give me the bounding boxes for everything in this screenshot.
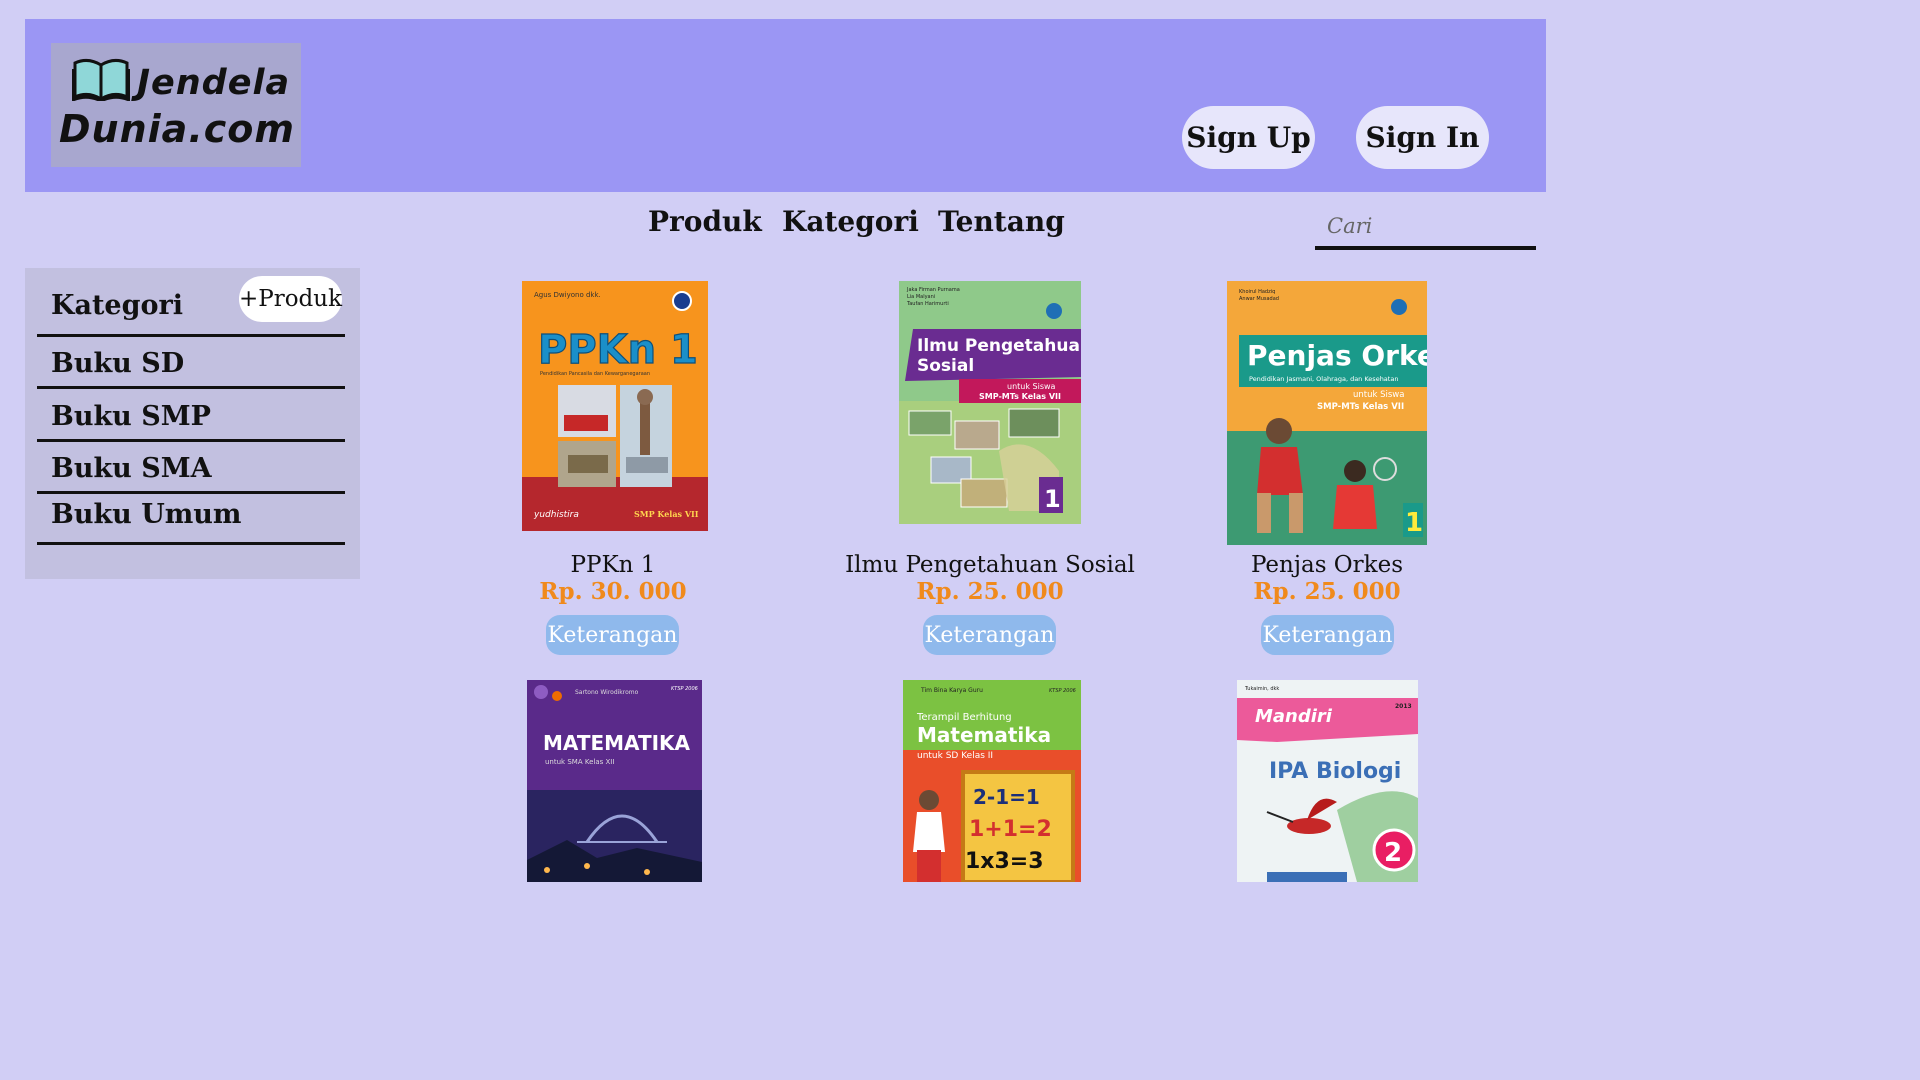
- divider: [37, 334, 345, 337]
- nav-item-kategori[interactable]: Kategori: [782, 205, 919, 238]
- divider: [37, 542, 345, 545]
- add-product-button[interactable]: +Produk: [239, 276, 342, 322]
- cover-volume: 1: [1044, 485, 1061, 513]
- cover-subtitle: untuk SMA Kelas XII: [545, 758, 614, 766]
- cover-brand: Mandiri: [1255, 706, 1333, 727]
- sidebar-item-buku-smp[interactable]: Buku SMP: [51, 401, 211, 432]
- logo-text-line1: Jendela: [137, 63, 291, 103]
- cover-title: IPA Biologi: [1269, 759, 1401, 784]
- cover-author: Jaka Firman Purnama: [906, 287, 960, 293]
- cover-title: Ilmu Pengetahuan: [917, 336, 1081, 356]
- cover-publisher: yudhistira: [533, 510, 579, 520]
- cover-title: PPKn 1: [538, 327, 698, 373]
- cover-subtitle: Pendidikan Pancasila dan Kewarganegaraan: [540, 371, 650, 377]
- detail-button[interactable]: Keterangan: [546, 615, 679, 655]
- logo-text-line2: Dunia.com: [59, 107, 295, 151]
- divider: [37, 491, 345, 494]
- nav-item-produk[interactable]: Produk: [648, 205, 762, 238]
- cover-title: Matematika: [917, 723, 1051, 747]
- cover-badge: 2013: [1395, 703, 1412, 710]
- sign-up-button[interactable]: Sign Up: [1182, 106, 1315, 169]
- product-price: Rp. 30. 000: [539, 578, 687, 605]
- category-sidebar: Kategori +Produk Buku SD Buku SMP Buku S…: [25, 268, 360, 579]
- emblem-icon: [1391, 299, 1407, 315]
- cover-title: Terampil Berhitung: [916, 712, 1012, 723]
- cover-equation: 1x3=3: [965, 849, 1044, 874]
- cover-author: Khoirul Hadziq: [1239, 289, 1275, 295]
- cover-subtitle: SMP-MTs Kelas VII: [1317, 402, 1404, 412]
- cover-volume: 1: [1405, 508, 1423, 538]
- detail-button[interactable]: Keterangan: [923, 615, 1056, 655]
- book-cover-ipa-biologi[interactable]: Tukaimin, dkk 2013 Mandiri IPA Biologi 2: [1237, 680, 1418, 882]
- product-title: Penjas Orkes: [1250, 552, 1404, 578]
- cover-title: Penjas Orkes: [1247, 339, 1427, 372]
- sidebar-item-buku-umum[interactable]: Buku Umum: [51, 499, 242, 530]
- emblem-icon: [1046, 303, 1062, 319]
- book-cover-ppkn[interactable]: Agus Dwiyono dkk. PPKn 1 Pendidikan Panc…: [522, 281, 708, 531]
- cover-subtitle: untuk Siswa: [1353, 390, 1404, 400]
- cover-author: Tim Bina Karya Guru: [920, 687, 983, 694]
- product-title: Ilmu Pengetahuan Sosial: [845, 552, 1135, 578]
- cover-author: Anwar Musadad: [1239, 296, 1279, 302]
- cover-equation: 1+1=2: [969, 817, 1052, 842]
- cover-badge: KTSP 2006: [671, 686, 698, 692]
- sign-in-button[interactable]: Sign In: [1356, 106, 1489, 169]
- cover-subtitle: untuk SD Kelas II: [917, 751, 993, 761]
- book-cover-ips[interactable]: Jaka Firman Purnama Lia Malyani Taufan H…: [899, 281, 1081, 524]
- book-cover-matematika-sma[interactable]: Sartono Wirodikromo KTSP 2006 MATEMATIKA…: [527, 680, 702, 882]
- cover-volume: 2: [1384, 838, 1402, 868]
- cover-grade: SMP Kelas VII: [634, 509, 699, 519]
- book-cover-matematika-sd[interactable]: Tim Bina Karya Guru KTSP 2006 Terampil B…: [903, 680, 1081, 882]
- cover-author: Taufan Harimurti: [906, 301, 949, 307]
- cover-subtitle: untuk Siswa: [1007, 382, 1056, 391]
- nav-item-tentang[interactable]: Tentang: [938, 205, 1065, 238]
- divider: [37, 439, 345, 442]
- open-book-icon: [72, 58, 130, 101]
- cover-title: Sosial: [917, 356, 974, 376]
- cover-author: Lia Malyani: [907, 294, 935, 300]
- detail-button[interactable]: Keterangan: [1261, 615, 1394, 655]
- cover-author: Sartono Wirodikromo: [575, 689, 639, 696]
- sidebar-item-buku-sd[interactable]: Buku SD: [51, 348, 184, 379]
- product-title: PPKn 1: [570, 552, 656, 578]
- search-input[interactable]: [1315, 206, 1536, 250]
- site-logo[interactable]: Jendela Dunia.com: [51, 43, 301, 167]
- cover-title: MATEMATIKA: [543, 731, 691, 755]
- header-bar: Jendela Dunia.com Sign Up Sign In: [25, 19, 1546, 192]
- emblem-icon: [672, 291, 692, 311]
- book-cover-penjas[interactable]: Khoirul Hadziq Anwar Musadad Penjas Orke…: [1227, 281, 1427, 545]
- sidebar-item-buku-sma[interactable]: Buku SMA: [51, 453, 212, 484]
- sidebar-title: Kategori: [51, 290, 183, 321]
- cover-subtitle: SMP-MTs Kelas VII: [979, 392, 1061, 401]
- divider: [37, 386, 345, 389]
- cover-equation: 2-1=1: [973, 785, 1040, 809]
- product-price: Rp. 25. 000: [1253, 578, 1401, 605]
- cover-author: Tukaimin, dkk: [1244, 686, 1279, 692]
- cover-subtitle: Pendidikan Jasmani, Olahraga, dan Keseha…: [1249, 375, 1398, 383]
- cover-badge: KTSP 2006: [1049, 688, 1076, 694]
- product-price: Rp. 25. 000: [916, 578, 1064, 605]
- cover-author: Agus Dwiyono dkk.: [534, 291, 601, 299]
